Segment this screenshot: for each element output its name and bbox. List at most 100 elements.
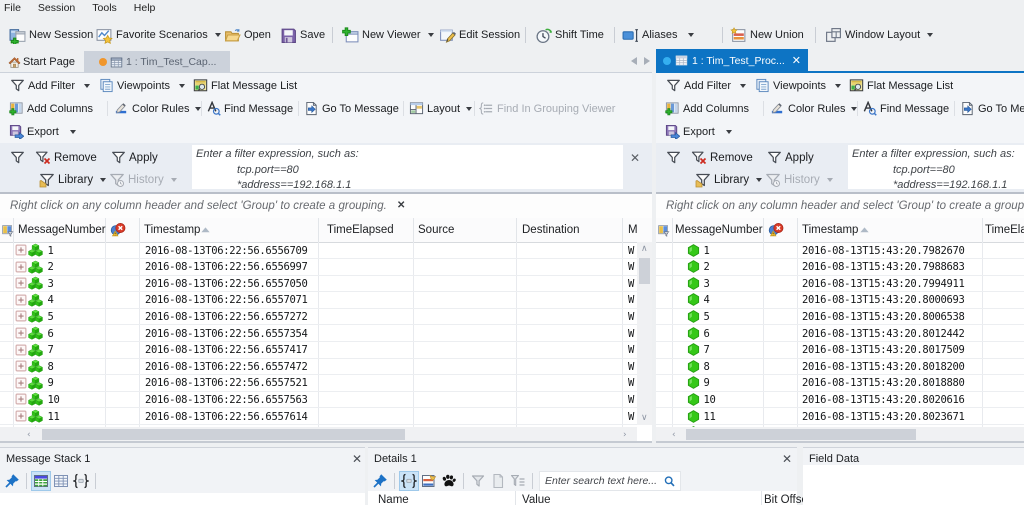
tab-document[interactable]: 1 : Tim_Test_Cap... bbox=[84, 51, 230, 73]
filter-library-button[interactable]: Library bbox=[39, 172, 107, 188]
scroll-left-icon[interactable]: ‹ bbox=[27, 431, 31, 440]
filter-library-button[interactable]: Library bbox=[695, 172, 763, 188]
menu-item-file[interactable]: File bbox=[0, 2, 29, 15]
toolbar-button-window-layout[interactable]: Window Layout bbox=[825, 23, 934, 47]
viewer-button-add-filter[interactable]: Add Filter bbox=[10, 74, 91, 97]
message-row[interactable]: 3 2016-08-13T15:43:20.7994911 bbox=[656, 276, 1024, 293]
filter-remove-button[interactable]: Remove bbox=[35, 150, 97, 166]
tab-start-page[interactable]: Start Page bbox=[0, 51, 83, 73]
message-row[interactable]: 5 2016-08-13T15:43:20.8006538 bbox=[656, 309, 1024, 326]
filter-funnel-button[interactable] bbox=[10, 150, 25, 165]
filter-close-button[interactable]: ✕ bbox=[629, 152, 641, 164]
message-row[interactable]: 9 2016-08-13T06:22:56.6557521 W bbox=[0, 375, 652, 392]
message-row[interactable]: 7 2016-08-13T06:22:56.6557417 W bbox=[0, 342, 652, 359]
toolbar-button-new-viewer[interactable]: New Viewer bbox=[342, 23, 434, 47]
filter-funnel-button[interactable] bbox=[666, 150, 681, 165]
message-row[interactable]: 2 2016-08-13T06:22:56.6556997 W bbox=[0, 259, 652, 276]
message-row[interactable]: 4 2016-08-13T06:22:56.6557071 W bbox=[0, 292, 652, 309]
column-header-module[interactable]: Module bbox=[628, 224, 638, 236]
viewer-button-go-to-message[interactable]: Go To Message bbox=[960, 97, 1024, 120]
message-row[interactable]: 11 2016-08-13T06:22:56.6557614 W bbox=[0, 409, 652, 426]
scroll-right-icon[interactable]: › bbox=[623, 431, 627, 440]
column-header-timeelapsed[interactable]: TimeElapsed bbox=[985, 224, 1024, 236]
viewer-button-viewpoints[interactable]: Viewpoints bbox=[99, 74, 185, 97]
toolbar-button-favorite-scenarios[interactable]: Favorite Scenarios bbox=[96, 23, 221, 47]
panel-tool-funnel-gray-icon[interactable] bbox=[468, 471, 488, 491]
message-row[interactable]: 1 2016-08-13T06:22:56.6556709 W bbox=[0, 243, 652, 260]
horizontal-scroll-thumb[interactable] bbox=[686, 429, 916, 440]
viewer-button-find-message[interactable]: Find Message bbox=[206, 97, 293, 120]
toolbar-button-open[interactable]: Open bbox=[224, 23, 271, 47]
details-close-button[interactable]: ✕ bbox=[781, 453, 793, 465]
panel-tool-braces-icon[interactable] bbox=[399, 471, 419, 491]
viewer-button-add-columns[interactable]: Add Columns bbox=[9, 97, 93, 120]
panel-tool-braces-icon[interactable] bbox=[71, 471, 91, 491]
panel-tool-stack-table-colored-icon[interactable] bbox=[31, 471, 51, 491]
toolbar-button-new-session[interactable]: New Session bbox=[9, 23, 93, 47]
column-header-timestamp[interactable]: Timestamp bbox=[144, 224, 200, 236]
viewer-button-color-rules[interactable]: Color Rules bbox=[114, 97, 202, 120]
message-row[interactable]: 6 2016-08-13T06:22:56.6557354 W bbox=[0, 326, 652, 343]
grouping-hint-close-button[interactable]: ✕ bbox=[397, 200, 405, 211]
message-row[interactable]: 3 2016-08-13T06:22:56.6557050 W bbox=[0, 276, 652, 293]
viewer-button-add-filter[interactable]: Add Filter bbox=[666, 74, 747, 97]
message-row[interactable]: 5 2016-08-13T06:22:56.6557272 W bbox=[0, 309, 652, 326]
toolbar-button-edit-session[interactable]: Edit Session bbox=[439, 23, 520, 47]
toolbar-button-save[interactable]: Save bbox=[280, 23, 325, 47]
details-column-name[interactable]: Name bbox=[378, 494, 409, 505]
details-search-box[interactable]: Enter search text here... bbox=[539, 471, 681, 491]
tab-document-active[interactable]: 1 : Tim_Test_Proc... ✕ bbox=[656, 49, 808, 72]
scroll-down-icon[interactable]: ∨ bbox=[641, 414, 648, 423]
column-header-messagenumber[interactable]: MessageNumber bbox=[675, 224, 763, 236]
tab-scroll-left-icon[interactable] bbox=[631, 57, 637, 65]
toolbar-button-aliases[interactable]: Aliases bbox=[622, 23, 695, 47]
filter-remove-button[interactable]: Remove bbox=[691, 150, 753, 166]
viewer-button-go-to-message[interactable]: Go To Message bbox=[304, 97, 399, 120]
toolbar-button-new-union[interactable]: New Union bbox=[730, 23, 804, 47]
horizontal-scrollbar[interactable]: ‹ › bbox=[0, 427, 637, 442]
horizontal-scrollbar[interactable]: ‹ bbox=[656, 427, 1024, 442]
panel-tool-table-grid-icon[interactable] bbox=[51, 471, 71, 491]
menu-item-tools[interactable]: Tools bbox=[84, 2, 126, 15]
column-header-destination[interactable]: Destination bbox=[522, 224, 580, 236]
message-row[interactable]: 11 2016-08-13T15:43:20.8023671 bbox=[656, 409, 1024, 426]
message-row[interactable]: 8 2016-08-13T06:22:56.6557472 W bbox=[0, 359, 652, 376]
column-header-messagenumber[interactable]: MessageNumber bbox=[18, 224, 106, 236]
panel-tool-field-chooser-icon[interactable] bbox=[419, 471, 439, 491]
viewer-button-layout[interactable]: Layout bbox=[409, 97, 473, 120]
horizontal-scroll-thumb[interactable] bbox=[42, 429, 405, 440]
viewer-button-color-rules[interactable]: Color Rules bbox=[770, 97, 858, 120]
filter-apply-button[interactable]: Apply bbox=[111, 150, 158, 165]
column-header-timestamp[interactable]: Timestamp bbox=[802, 224, 858, 236]
panel-tool-pushpin-icon[interactable] bbox=[370, 471, 390, 491]
column-header-source[interactable]: Source bbox=[418, 224, 454, 236]
menu-item-session[interactable]: Session bbox=[29, 2, 83, 15]
message-row[interactable]: 9 2016-08-13T15:43:20.8018880 bbox=[656, 375, 1024, 392]
message-row[interactable]: 7 2016-08-13T15:43:20.8017509 bbox=[656, 342, 1024, 359]
column-header-timeelapsed[interactable]: TimeElapsed bbox=[327, 224, 394, 236]
filter-expression-input[interactable]: Enter a filter expression, such as: tcp.p… bbox=[192, 145, 623, 189]
message-row[interactable]: 6 2016-08-13T15:43:20.8012442 bbox=[656, 326, 1024, 343]
panel-tool-paw-icon[interactable] bbox=[439, 471, 459, 491]
message-row[interactable]: 8 2016-08-13T15:43:20.8018200 bbox=[656, 359, 1024, 376]
viewer-button-export[interactable]: Export bbox=[665, 120, 732, 143]
message-stack-close-button[interactable]: ✕ bbox=[351, 453, 363, 465]
viewer-button-add-columns[interactable]: Add Columns bbox=[665, 97, 749, 120]
panel-tool-page-gray-icon[interactable] bbox=[488, 471, 508, 491]
message-row[interactable]: 4 2016-08-13T15:43:20.8000693 bbox=[656, 292, 1024, 309]
panel-tool-pushpin-icon[interactable] bbox=[2, 471, 22, 491]
vertical-scrollbar[interactable]: ∧ ∨ bbox=[637, 242, 652, 425]
message-row[interactable]: 10 2016-08-13T15:43:20.8020616 bbox=[656, 392, 1024, 409]
viewer-button-flat-message-list[interactable]: Flat Message List bbox=[849, 74, 953, 97]
message-row[interactable]: 2 2016-08-13T15:43:20.7988683 bbox=[656, 259, 1024, 276]
panel-tool-funnel-list-gray-icon[interactable] bbox=[508, 471, 528, 491]
viewer-button-flat-message-list[interactable]: Flat Message List bbox=[193, 74, 297, 97]
menu-item-help[interactable]: Help bbox=[125, 2, 164, 15]
viewer-button-viewpoints[interactable]: Viewpoints bbox=[755, 74, 841, 97]
filter-apply-button[interactable]: Apply bbox=[767, 150, 814, 165]
tab-scroll-right-icon[interactable] bbox=[644, 57, 650, 65]
details-column-value[interactable]: Value bbox=[522, 494, 551, 505]
viewer-button-find-message[interactable]: Find Message bbox=[862, 97, 949, 120]
vertical-scroll-thumb[interactable] bbox=[639, 258, 650, 284]
filter-expression-input[interactable]: Enter a filter expression, such as: tcp.p… bbox=[848, 145, 1024, 189]
